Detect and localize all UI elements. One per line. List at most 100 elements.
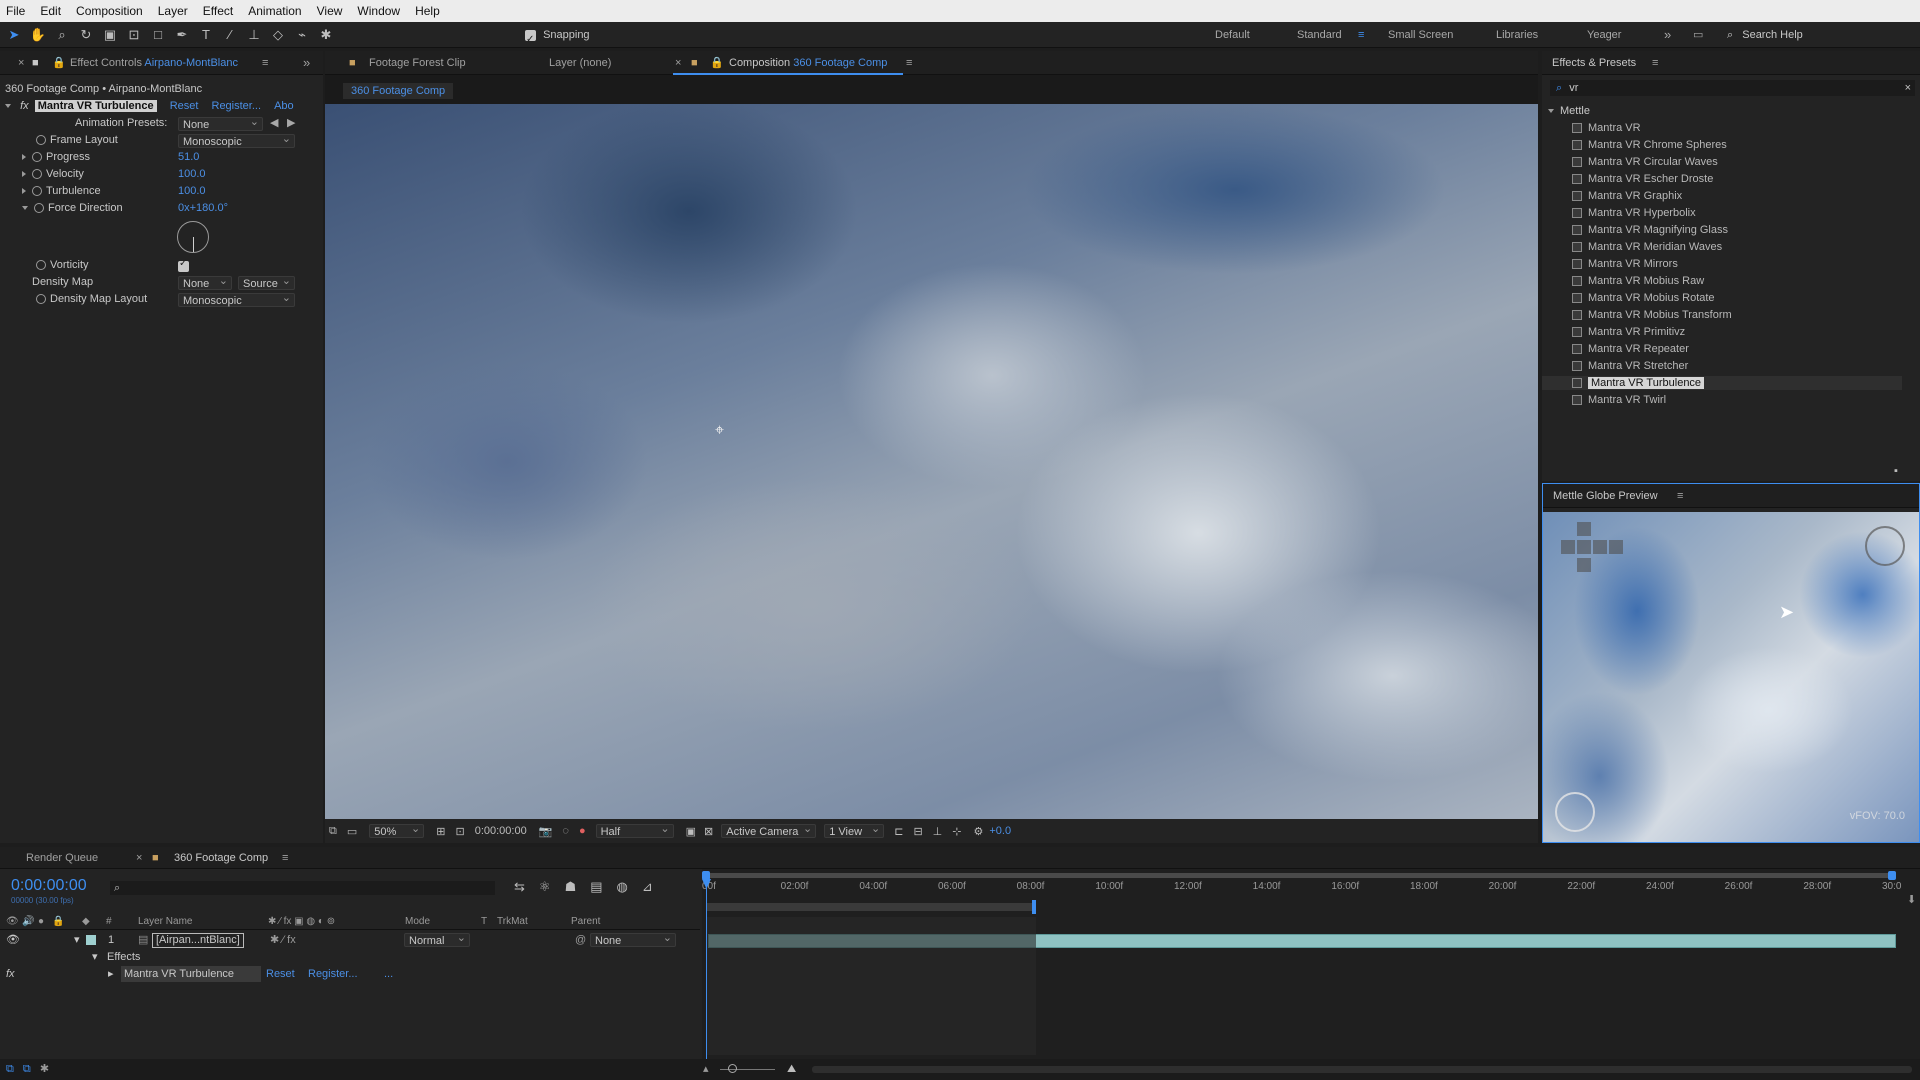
density-map-layout-dropdown[interactable]: Monoscopic xyxy=(178,291,295,307)
current-time-indicator[interactable] xyxy=(706,879,707,1059)
close-timeline-tab-icon[interactable]: × xyxy=(136,847,142,869)
force-direction-dial[interactable] xyxy=(177,221,209,253)
zoom-tool-icon[interactable]: ⌕ xyxy=(52,26,72,44)
expand-effects-icon[interactable]: ▾ xyxy=(92,949,98,965)
density-map-dropdown[interactable]: None xyxy=(178,274,232,290)
menu-view[interactable]: View xyxy=(317,4,343,18)
effect-name[interactable]: Mantra VR Turbulence xyxy=(34,100,157,112)
effect-preset-item[interactable]: Mantra VR Magnifying Glass xyxy=(1572,223,1728,237)
new-folder-icon[interactable]: ▪ xyxy=(1894,465,1906,477)
views-dropdown[interactable]: 1 View xyxy=(824,822,885,838)
menu-edit[interactable]: Edit xyxy=(40,4,61,18)
brush-tool-icon[interactable]: ⁄ xyxy=(220,26,240,44)
motion-blur-icon[interactable]: ◍ xyxy=(617,879,628,895)
composition-tab[interactable]: Composition 360 Footage Comp xyxy=(729,51,887,75)
toggle-modes-icon[interactable]: ⧉ xyxy=(23,1063,31,1075)
globe-preview-menu-icon[interactable]: ≡ xyxy=(1677,484,1683,508)
expand-effect-icon[interactable]: ▸ xyxy=(108,966,114,982)
visibility-toggle-icon[interactable]: 👁 xyxy=(6,932,20,948)
mettle-group[interactable]: Mettle xyxy=(1548,104,1590,118)
effect-preset-item[interactable]: Mantra VR Mobius Raw xyxy=(1572,274,1704,288)
collapse-group-icon[interactable] xyxy=(1548,109,1554,114)
lock-icon[interactable]: 🔒 xyxy=(52,51,66,75)
render-queue-tab[interactable]: Render Queue xyxy=(26,847,98,869)
effect-preset-item[interactable]: Mantra VR Mobius Transform xyxy=(1572,308,1732,322)
exposure-reset-icon[interactable]: ⚙ xyxy=(973,825,983,838)
snapshot-icon[interactable]: 📷 xyxy=(539,825,553,838)
rectangle-tool-icon[interactable]: □ xyxy=(148,26,168,44)
collapse-effect-icon[interactable] xyxy=(5,104,11,109)
snapping-checkbox[interactable] xyxy=(525,27,536,53)
exposure-value[interactable]: +0.0 xyxy=(989,825,1011,837)
comp-breadcrumb-chip[interactable]: 360 Footage Comp xyxy=(343,83,454,99)
fx-icon[interactable]: fx xyxy=(20,100,29,112)
selection-tool-icon[interactable]: ➤ xyxy=(4,26,24,44)
timeline-timecode[interactable]: 0:00:00:00 xyxy=(11,877,87,895)
monitor-icon[interactable]: ▭ xyxy=(347,825,357,838)
effect-preset-item[interactable]: Mantra VR Chrome Spheres xyxy=(1572,138,1727,152)
more-workspaces-icon[interactable]: » xyxy=(1664,22,1671,48)
layer-switches-icon[interactable]: ✱ ⁄ fx xyxy=(270,932,296,948)
effect-preset-item[interactable]: Mantra VR Twirl xyxy=(1572,393,1666,407)
timeline-zoom-handle[interactable] xyxy=(728,1064,737,1073)
zoom-out-icon[interactable]: ▴ xyxy=(703,1059,709,1080)
next-preset-icon[interactable]: ▶ xyxy=(287,115,295,131)
comp-panel-menu-icon[interactable]: ≡ xyxy=(906,51,912,75)
pan-behind-tool-icon[interactable]: ⊡ xyxy=(124,26,144,44)
effects-search-input[interactable]: ⌕ vr × xyxy=(1550,80,1915,96)
effect-preset-item[interactable]: Mantra VR Stretcher xyxy=(1572,359,1688,373)
graph-editor-icon[interactable]: ⊿ xyxy=(642,879,653,895)
snapping-toggle[interactable]: Snapping xyxy=(525,22,590,53)
stopwatch-icon[interactable] xyxy=(32,169,42,180)
flowchart-icon[interactable]: ⊹ xyxy=(952,825,961,838)
footage-tab[interactable]: Footage Forest Clip xyxy=(369,51,466,75)
globe-icon[interactable] xyxy=(1865,526,1905,566)
comp-marker-bin-icon[interactable]: ⬇ xyxy=(1907,893,1916,906)
menu-effect[interactable]: Effect xyxy=(203,4,233,18)
velocity-value[interactable]: 100.0 xyxy=(178,166,206,182)
menu-help[interactable]: Help xyxy=(415,4,440,18)
close-comp-tab-icon[interactable]: × xyxy=(675,51,681,75)
menu-animation[interactable]: Animation xyxy=(248,4,301,18)
effect-preset-item[interactable]: Mantra VR Repeater xyxy=(1572,342,1689,356)
clear-search-icon[interactable]: × xyxy=(1905,80,1911,96)
effect-row-name[interactable]: Mantra VR Turbulence xyxy=(121,966,261,982)
vorticity-checkbox[interactable] xyxy=(178,258,189,272)
anchor-point-icon[interactable]: ⌖ xyxy=(715,423,731,439)
reset-view-icon[interactable] xyxy=(1555,792,1595,832)
region-icon[interactable]: ▣ xyxy=(686,825,696,838)
workspace-libraries[interactable]: Libraries xyxy=(1496,22,1538,48)
timeline-icon[interactable]: ⊥ xyxy=(933,825,943,838)
reset-link[interactable]: Reset xyxy=(170,100,199,112)
timeline-scrollbar[interactable] xyxy=(812,1066,1912,1073)
zoom-dropdown[interactable]: 50% xyxy=(369,822,425,838)
expand-layer-icon[interactable]: ▾ xyxy=(74,932,80,948)
show-snapshot-icon[interactable]: ◌ xyxy=(562,825,569,837)
layer-label-swatch[interactable] xyxy=(86,935,96,945)
zoom-in-icon[interactable]: ⛰ xyxy=(787,1059,796,1080)
work-area-end-handle[interactable] xyxy=(1888,871,1896,880)
stopwatch-icon[interactable] xyxy=(32,152,42,163)
puppet-tool-icon[interactable]: ✱ xyxy=(316,26,336,44)
stopwatch-icon[interactable] xyxy=(32,186,42,197)
effect-preset-item[interactable]: Mantra VR Mobius Rotate xyxy=(1572,291,1715,305)
comp-lock-icon[interactable]: 🔒 xyxy=(710,51,724,75)
stopwatch-icon[interactable] xyxy=(36,294,46,305)
timeline-track-area[interactable]: 00f 02:00f 04:00f 06:00f 08:00f 10:00f 12:00f 1… xyxy=(702,869,1920,1059)
effect-row-reset[interactable]: Reset xyxy=(266,966,295,982)
effect-preset-item[interactable]: Mantra VR xyxy=(1572,121,1641,135)
parent-pickwhip-icon[interactable]: @ xyxy=(575,932,586,948)
toggle-duration-icon[interactable]: ✱ xyxy=(40,1063,49,1075)
col-layer-name[interactable]: Layer Name xyxy=(138,914,192,930)
density-map-source-dropdown[interactable]: Source xyxy=(238,274,295,290)
time-ruler[interactable]: 00f 02:00f 04:00f 06:00f 08:00f 10:00f 12:00f 1… xyxy=(702,881,1901,895)
register-link[interactable]: Register... xyxy=(212,100,262,112)
effect-preset-item[interactable]: Mantra VR Hyperbolix xyxy=(1572,206,1696,220)
frame-layout-dropdown[interactable]: Monoscopic xyxy=(178,132,295,148)
color-channels-icon[interactable]: ● xyxy=(579,825,586,837)
sync-settings-icon[interactable]: ▭ xyxy=(1693,22,1703,48)
close-tab-icon[interactable]: × xyxy=(18,51,24,75)
expand-velocity-icon[interactable] xyxy=(22,171,26,178)
composition-canvas[interactable]: ⌖ xyxy=(325,104,1538,819)
globe-preview-canvas[interactable]: ➤ vFOV: 70.0 xyxy=(1543,512,1919,842)
